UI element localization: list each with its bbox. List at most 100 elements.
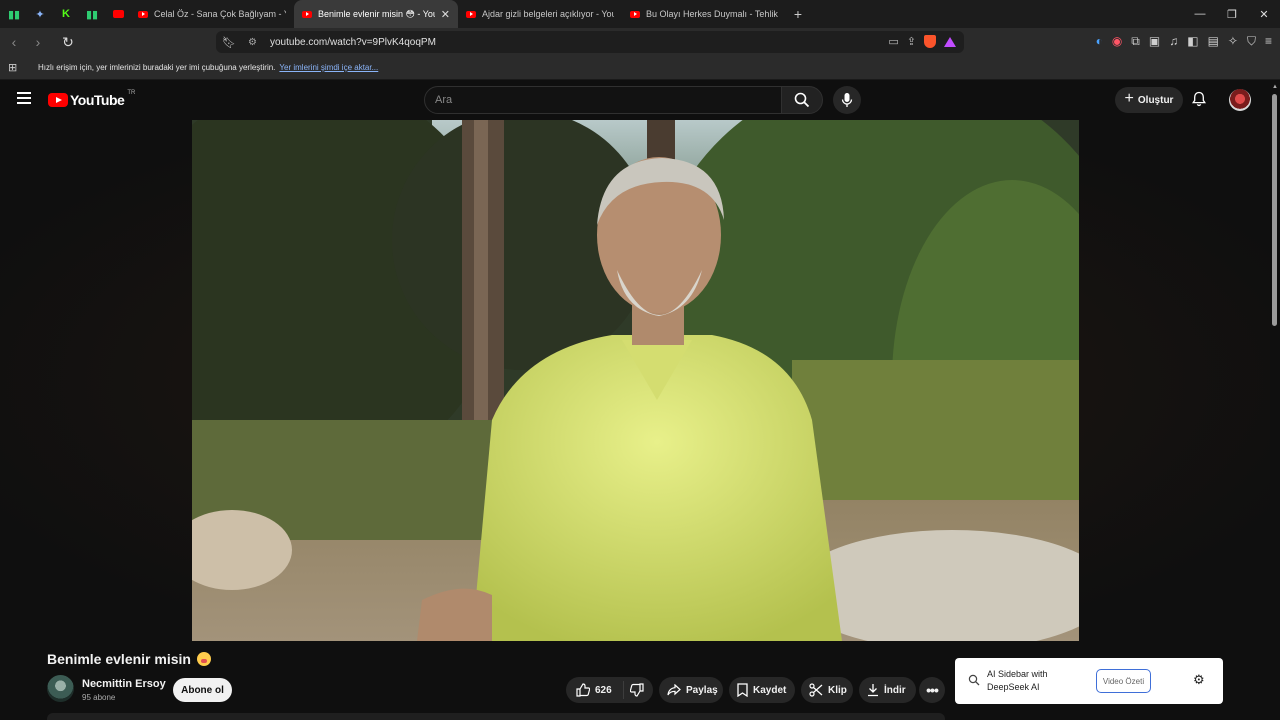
flushed-face-emoji-icon	[196, 652, 211, 666]
youtube-app-icon	[112, 10, 124, 18]
create-button[interactable]: + Oluştur	[1115, 87, 1183, 113]
tab-title: Ajdar gizli belgeleri açıklıyor - YouTub…	[482, 9, 614, 19]
reload-icon[interactable]: ↻	[58, 34, 78, 51]
import-bookmarks-link[interactable]: Yer imlerini şimdi içe aktar...	[279, 63, 378, 72]
clip-button[interactable]: Klip	[801, 677, 853, 703]
dislike-button[interactable]	[624, 683, 644, 697]
pinned-tab-4[interactable]: ▮▮	[80, 2, 104, 26]
scrollbar-thumb[interactable]	[1272, 94, 1277, 326]
plus-icon: +	[1124, 90, 1134, 107]
bookmarks-prompt: Hızlı erişim için, yer imlerinizi burada…	[38, 63, 276, 72]
pinned-tab-1[interactable]: ▮▮	[2, 2, 26, 26]
close-window-icon[interactable]: ✕	[1248, 8, 1280, 21]
menu-icon[interactable]: ≡	[1265, 34, 1272, 49]
video-summary-button[interactable]: Video Özeti	[1096, 669, 1151, 693]
window-controls: — ❐ ✕	[1184, 0, 1280, 28]
tab-bu-olayi[interactable]: Bu Olayı Herkes Duymalı - Tehlikede	[622, 0, 786, 28]
channel-avatar[interactable]	[47, 675, 74, 702]
subscribe-button[interactable]: Abone ol	[173, 678, 232, 702]
pinned-tab-5[interactable]	[106, 2, 130, 26]
tab-benimle-evlenir-misin[interactable]: Benimle evlenir misin 😳 - YouTube ✕	[294, 0, 458, 28]
maximize-icon[interactable]: ❐	[1216, 8, 1248, 21]
sidebar-toggle-icon[interactable]: ◧	[1187, 34, 1198, 49]
thumbs-down-icon	[630, 683, 644, 697]
youtube-favicon-icon	[630, 10, 640, 18]
download-button[interactable]: İndir	[859, 677, 916, 703]
share-label: Paylaş	[686, 684, 718, 696]
apps-grid-icon[interactable]: ⊞	[8, 61, 22, 74]
share-button[interactable]: Paylaş	[659, 677, 723, 703]
close-tab-icon[interactable]: ✕	[441, 8, 450, 21]
address-bar[interactable]: 🔖︎ ⚙︎ youtube.com/watch?v=9PlvK4qoqPM ▭ …	[216, 31, 964, 53]
create-label: Oluştur	[1137, 94, 1174, 106]
leo-ai-icon[interactable]: ✧	[1228, 34, 1238, 49]
hamburger-menu-icon[interactable]	[17, 92, 31, 104]
description-box-edge	[47, 713, 945, 720]
youtube-favicon-icon	[302, 10, 312, 18]
url-text[interactable]: youtube.com/watch?v=9PlvK4qoqPM	[270, 37, 436, 48]
more-actions-button[interactable]: •••	[919, 677, 945, 703]
gear-icon[interactable]: ⚙	[1193, 672, 1205, 688]
forward-icon[interactable]: ›	[28, 34, 48, 50]
pinned-tab-3[interactable]: K	[54, 2, 78, 26]
page-scrollbar[interactable]: ▲	[1270, 80, 1280, 720]
back-icon[interactable]: ‹	[4, 34, 24, 50]
ai-sidebar-panel: AI Sidebar with DeepSeek AI Video Özeti …	[955, 658, 1223, 704]
ai-sidebar-line2: DeepSeek AI	[987, 682, 1040, 692]
search-button[interactable]	[781, 86, 823, 114]
sparkle-app-icon: ✦	[35, 8, 45, 21]
wallet-icon[interactable]: ▤	[1208, 34, 1219, 49]
youtube-play-icon	[48, 93, 68, 107]
video-title-text: Benimle evlenir misin	[47, 651, 191, 667]
translate-extension-icon[interactable]: ◐	[1096, 34, 1103, 49]
voice-search-button[interactable]	[833, 86, 861, 114]
youtube-favicon-icon	[466, 10, 476, 18]
scissors-icon	[809, 683, 823, 697]
brave-shields-icon[interactable]	[924, 35, 936, 48]
pinned-tab-2[interactable]: ✦	[28, 2, 52, 26]
tab-ajdar[interactable]: Ajdar gizli belgeleri açıklıyor - YouTub…	[458, 0, 622, 28]
youtube-favicon-icon	[138, 10, 148, 18]
music-icon[interactable]: ♫	[1169, 34, 1178, 49]
subscriber-count: 95 abone	[82, 693, 116, 702]
clip-label: Klip	[828, 684, 847, 696]
ai-search-icon	[968, 674, 980, 686]
bookmark-icon[interactable]: 🔖︎	[222, 36, 238, 49]
scroll-up-icon[interactable]: ▲	[1272, 84, 1278, 90]
save-button[interactable]: Kaydet	[729, 677, 795, 703]
save-label: Kaydet	[753, 684, 787, 696]
tab-title: Celal Öz - Sana Çok Bağlıyam - YouTube	[154, 9, 286, 19]
screenshot-extension-icon[interactable]: ▣	[1149, 34, 1160, 49]
user-avatar[interactable]	[1229, 89, 1251, 111]
kick-app-icon: K	[62, 8, 70, 20]
address-bar-actions: ▭ ⇪	[888, 35, 956, 48]
site-settings-icon[interactable]: ⚙︎	[248, 37, 264, 48]
video-player[interactable]	[192, 120, 1079, 641]
search-input[interactable]: Ara	[424, 86, 782, 114]
ai-sidebar-line1: AI Sidebar with	[987, 669, 1048, 679]
thumbs-up-icon	[576, 683, 590, 697]
cast-icon[interactable]: ▭	[888, 35, 898, 48]
pinned-app-icon: ▮▮	[85, 8, 99, 21]
vpn-icon[interactable]: ⛉	[1247, 34, 1256, 49]
country-code: TR	[127, 90, 136, 96]
notifications-bell-icon[interactable]	[1191, 91, 1207, 110]
share-page-icon[interactable]: ⇪	[907, 35, 916, 48]
bookmark-save-icon	[737, 683, 748, 697]
download-label: İndir	[884, 684, 906, 696]
youtube-logo[interactable]: YouTube TR	[48, 90, 136, 108]
pinned-app-icon: ▮▮	[7, 8, 21, 21]
record-extension-icon[interactable]: ◉	[1112, 34, 1122, 49]
channel-name[interactable]: Necmittin Ersoy	[82, 678, 166, 690]
tab-celal-oz[interactable]: Celal Öz - Sana Çok Bağlıyam - YouTube	[130, 0, 294, 28]
share-icon	[667, 684, 681, 696]
new-tab-button[interactable]: +	[786, 6, 810, 22]
like-button[interactable]: 626	[566, 681, 624, 699]
youtube-wordmark: YouTube	[70, 92, 125, 108]
puzzle-extension-icon[interactable]: ⧉	[1131, 34, 1140, 49]
extensions-area: ◐ ◉ ⧉ ▣ ♫ ◧ ▤ ✧ ⛉ ≡	[1096, 34, 1272, 49]
minimize-icon[interactable]: —	[1184, 8, 1216, 20]
browser-tab-strip: ▮▮ ✦ K ▮▮ Celal Öz - Sana Çok Bağlıyam -…	[0, 0, 1280, 28]
brave-rewards-icon[interactable]	[944, 36, 956, 47]
microphone-icon	[841, 93, 853, 107]
